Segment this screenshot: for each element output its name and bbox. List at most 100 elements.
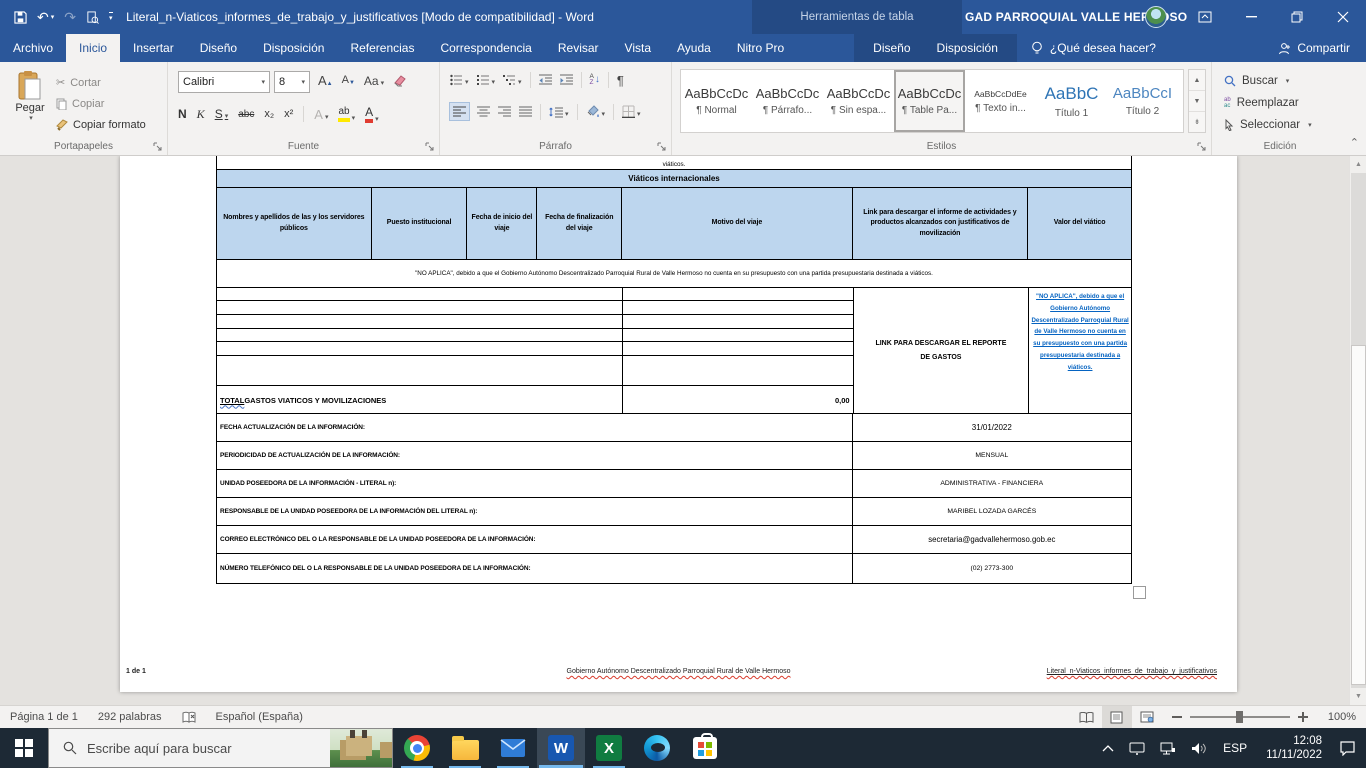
style-titulo-1[interactable]: AaBbCTítulo 1 bbox=[1036, 70, 1107, 132]
meta-value[interactable]: MENSUAL bbox=[853, 442, 1131, 469]
page-count[interactable]: Página 1 de 1 bbox=[0, 711, 88, 723]
paragraph-dialog-launcher-icon[interactable] bbox=[657, 142, 667, 152]
meta-value[interactable]: ADMINISTRATIVA - FINANCIERA bbox=[853, 470, 1131, 497]
header-link[interactable]: Link para descargar el informe de activi… bbox=[853, 188, 1029, 259]
table-resize-handle[interactable] bbox=[1133, 586, 1146, 599]
multilevel-list-button[interactable]: ▾ bbox=[503, 74, 522, 86]
decrease-indent-icon[interactable] bbox=[539, 74, 552, 86]
paste-button[interactable]: Pegar ▾ bbox=[8, 70, 52, 140]
web-layout-icon[interactable] bbox=[1132, 706, 1162, 728]
language-indicator[interactable]: Español (España) bbox=[206, 711, 313, 723]
taskbar-excel-icon[interactable]: X bbox=[585, 728, 633, 768]
styles-more-icon[interactable]: ⇟ bbox=[1189, 112, 1205, 132]
table-empty-cell[interactable] bbox=[217, 356, 622, 386]
clipboard-dialog-launcher-icon[interactable] bbox=[153, 142, 163, 152]
tab-nitro-pro[interactable]: Nitro Pro bbox=[724, 34, 797, 62]
text-effects-button[interactable]: A▾ bbox=[314, 108, 328, 121]
italic-button[interactable]: K bbox=[197, 107, 205, 122]
table-empty-cell[interactable] bbox=[217, 288, 622, 301]
link-reporte-cell[interactable]: LINK PARA DESCARGAR EL REPORTE DE GASTOS bbox=[853, 288, 1029, 413]
tab-disposicion[interactable]: Disposición bbox=[250, 34, 337, 62]
style-parrafo[interactable]: AaBbCcDc¶ Párrafo... bbox=[752, 70, 823, 132]
taskbar-chrome-icon[interactable] bbox=[393, 728, 441, 768]
scroll-up-icon[interactable]: ▲ bbox=[1350, 156, 1366, 173]
tab-table-diseno[interactable]: Diseño bbox=[860, 34, 923, 62]
taskbar-edge-icon[interactable] bbox=[633, 728, 681, 768]
table-empty-cell[interactable] bbox=[217, 301, 622, 315]
style-sin-espaciado[interactable]: AaBbCcDc¶ Sin espa... bbox=[823, 70, 894, 132]
close-button[interactable] bbox=[1320, 0, 1366, 34]
table-empty-cell[interactable] bbox=[217, 329, 622, 342]
zoom-in-icon[interactable] bbox=[1298, 712, 1308, 722]
find-button[interactable]: Buscar▾ bbox=[1224, 70, 1312, 92]
tab-correspondencia[interactable]: Correspondencia bbox=[427, 34, 544, 62]
tab-diseno[interactable]: Diseño bbox=[187, 34, 250, 62]
increase-indent-icon[interactable] bbox=[560, 74, 573, 86]
account-name[interactable]: GAD PARROQUIAL VALLE HERMOSO bbox=[965, 10, 1175, 24]
meta-label[interactable]: RESPONSABLE DE LA UNIDAD POSEEDORA DE LA… bbox=[217, 498, 853, 525]
table-empty-cell[interactable] bbox=[217, 315, 622, 329]
style-normal[interactable]: AaBbCcDc¶ Normal bbox=[681, 70, 752, 132]
header-fecha-fin[interactable]: Fecha de finalización del viaje bbox=[537, 188, 622, 259]
restore-button[interactable] bbox=[1274, 0, 1320, 34]
table-empty-cell[interactable] bbox=[623, 329, 853, 342]
total-label-cell[interactable]: TOTAL GASTOS VIATICOS Y MOVILIZACIONES bbox=[217, 386, 622, 414]
table-empty-cell[interactable] bbox=[623, 301, 853, 315]
vertical-scrollbar[interactable]: ▲ ▼ bbox=[1349, 156, 1366, 705]
tab-vista[interactable]: Vista bbox=[612, 34, 664, 62]
subscript-button[interactable]: x₂ bbox=[264, 108, 274, 120]
font-color-button[interactable]: A▾ bbox=[365, 106, 379, 123]
cut-button[interactable]: ✂Cortar bbox=[56, 72, 146, 93]
header-nombres[interactable]: Nombres y apellidos de las y los servido… bbox=[217, 188, 372, 259]
align-center-button[interactable] bbox=[477, 106, 490, 117]
taskbar-word-icon[interactable]: W bbox=[537, 728, 585, 768]
scroll-down-icon[interactable]: ▼ bbox=[1350, 688, 1366, 705]
shrink-font-button[interactable]: A▼ bbox=[342, 75, 355, 86]
header-fecha-inicio[interactable]: Fecha de inicio del viaje bbox=[467, 188, 537, 259]
borders-button[interactable]: ▾ bbox=[622, 105, 641, 118]
header-motivo[interactable]: Motivo del viaje bbox=[622, 188, 852, 259]
font-dialog-launcher-icon[interactable] bbox=[425, 142, 435, 152]
font-size-combo[interactable]: 8▾ bbox=[274, 71, 310, 93]
section-title-cell[interactable]: Viáticos internacionales bbox=[217, 170, 1131, 187]
font-name-combo[interactable]: Calibri▾ bbox=[178, 71, 270, 93]
ribbon-display-options-icon[interactable] bbox=[1182, 0, 1228, 34]
meta-value[interactable]: (02) 2773-300 bbox=[853, 554, 1131, 583]
table-empty-cell[interactable] bbox=[623, 356, 853, 386]
share-button[interactable]: Compartir bbox=[1262, 34, 1366, 62]
collapse-ribbon-icon[interactable]: ⌃ bbox=[1350, 136, 1359, 149]
meta-value[interactable]: secretaria@gadvallehermoso.gob.ec bbox=[853, 526, 1131, 553]
scrollbar-thumb[interactable] bbox=[1351, 345, 1366, 685]
proofing-errors-icon[interactable] bbox=[172, 711, 206, 724]
shading-button[interactable]: ▾ bbox=[586, 105, 606, 118]
tray-volume-icon[interactable] bbox=[1187, 742, 1210, 755]
tell-me-box[interactable]: ¿Qué desea hacer? bbox=[1017, 34, 1170, 62]
zoom-out-icon[interactable] bbox=[1172, 716, 1182, 718]
justify-button[interactable] bbox=[519, 106, 532, 117]
meta-label[interactable]: NÚMERO TELEFÓNICO DEL O LA RESPONSABLE D… bbox=[217, 554, 853, 583]
word-count[interactable]: 292 palabras bbox=[88, 711, 172, 723]
styles-scroll-up-icon[interactable]: ▲ bbox=[1189, 70, 1205, 91]
tray-clock[interactable]: 12:08 11/11/2022 bbox=[1260, 734, 1328, 763]
table-empty-cell[interactable] bbox=[217, 342, 622, 356]
tab-archivo[interactable]: Archivo bbox=[0, 34, 66, 62]
clear-formatting-icon[interactable] bbox=[393, 74, 407, 87]
page-footer[interactable]: 1 de 1 Gobierno Autónomo Descentralizado… bbox=[120, 668, 1237, 682]
table-cell-partial[interactable]: viáticos. bbox=[217, 156, 1131, 169]
align-left-button[interactable] bbox=[450, 103, 469, 120]
style-texto-independiente[interactable]: AaBbCcDdEe¶ Texto in... bbox=[965, 70, 1036, 132]
table-empty-cell[interactable] bbox=[623, 288, 853, 301]
taskbar-explorer-icon[interactable] bbox=[441, 728, 489, 768]
styles-dialog-launcher-icon[interactable] bbox=[1197, 142, 1207, 152]
table-empty-cell[interactable] bbox=[623, 342, 853, 356]
tab-table-disposicion[interactable]: Disposición bbox=[924, 34, 1011, 62]
replace-button[interactable]: abacReemplazar bbox=[1224, 92, 1312, 114]
start-button[interactable] bbox=[0, 728, 48, 768]
copy-button[interactable]: Copiar bbox=[56, 93, 146, 114]
tab-inicio[interactable]: Inicio bbox=[66, 34, 120, 62]
tray-cast-icon[interactable] bbox=[1125, 742, 1149, 755]
meta-label[interactable]: FECHA ACTUALIZACIÓN DE LA INFORMACIÓN: bbox=[217, 414, 853, 441]
superscript-button[interactable]: x² bbox=[284, 108, 293, 120]
align-right-button[interactable] bbox=[498, 106, 511, 117]
bullets-button[interactable]: ▾ bbox=[450, 74, 469, 86]
